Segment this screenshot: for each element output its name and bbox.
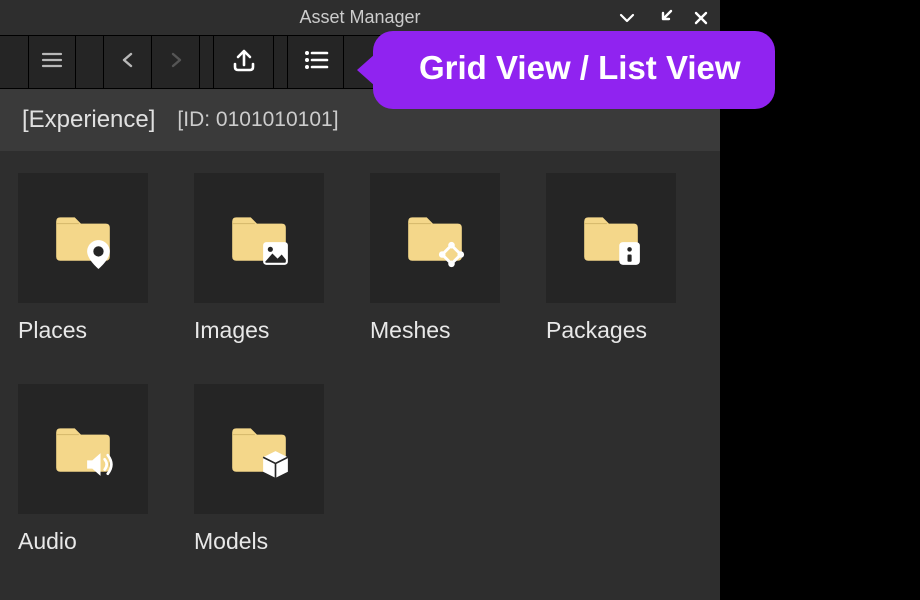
breadcrumb-id: [ID: 0101010101]: [177, 108, 338, 132]
content-area: Places Images Meshes Packages Audio Models: [0, 151, 720, 600]
tooltip-callout: Grid View / List View: [373, 31, 775, 109]
folder-item[interactable]: Meshes: [370, 173, 500, 344]
folder-icon: [49, 416, 117, 482]
folder-icon: [225, 205, 293, 271]
folder-label: Meshes: [370, 317, 500, 344]
list-view-icon: [301, 45, 331, 80]
toolbar-spacer: [200, 36, 214, 88]
folder-icon: [577, 205, 645, 271]
folder-item[interactable]: Images: [194, 173, 324, 344]
chevron-left-icon: [118, 50, 138, 75]
folder-label: Models: [194, 528, 324, 555]
folder-thumb: [18, 384, 148, 514]
folder-icon: [49, 205, 117, 271]
folder-item[interactable]: Places: [18, 173, 148, 344]
folder-label: Audio: [18, 528, 148, 555]
folder-grid: Places Images Meshes Packages Audio Models: [18, 173, 702, 555]
folder-thumb: [194, 173, 324, 303]
toolbar-spacer: [274, 36, 288, 88]
hamburger-icon: [39, 47, 65, 78]
titlebar-controls: [618, 0, 710, 35]
close-icon[interactable]: [692, 9, 710, 27]
dock-icon[interactable]: [654, 8, 674, 28]
breadcrumb-root[interactable]: [Experience]: [22, 106, 155, 134]
dropdown-icon[interactable]: [618, 9, 636, 27]
folder-item[interactable]: Models: [194, 384, 324, 555]
callout-text: Grid View / List View: [419, 49, 741, 87]
window-title: Asset Manager: [299, 7, 420, 28]
menu-button[interactable]: [28, 36, 76, 88]
chevron-right-icon: [166, 50, 186, 75]
folder-thumb: [546, 173, 676, 303]
upload-icon: [229, 45, 259, 80]
folder-label: Places: [18, 317, 148, 344]
folder-icon: [225, 416, 293, 482]
callout-arrow-icon: [357, 54, 375, 86]
folder-thumb: [18, 173, 148, 303]
back-button[interactable]: [104, 36, 152, 88]
folder-icon: [401, 205, 469, 271]
folder-thumb: [194, 384, 324, 514]
folder-thumb: [370, 173, 500, 303]
titlebar: Asset Manager: [0, 0, 720, 35]
upload-button[interactable]: [214, 36, 274, 88]
folder-label: Packages: [546, 317, 676, 344]
view-toggle-button[interactable]: [288, 36, 344, 88]
folder-label: Images: [194, 317, 324, 344]
folder-item[interactable]: Audio: [18, 384, 148, 555]
toolbar-spacer: [76, 36, 104, 88]
forward-button[interactable]: [152, 36, 200, 88]
folder-item[interactable]: Packages: [546, 173, 676, 344]
